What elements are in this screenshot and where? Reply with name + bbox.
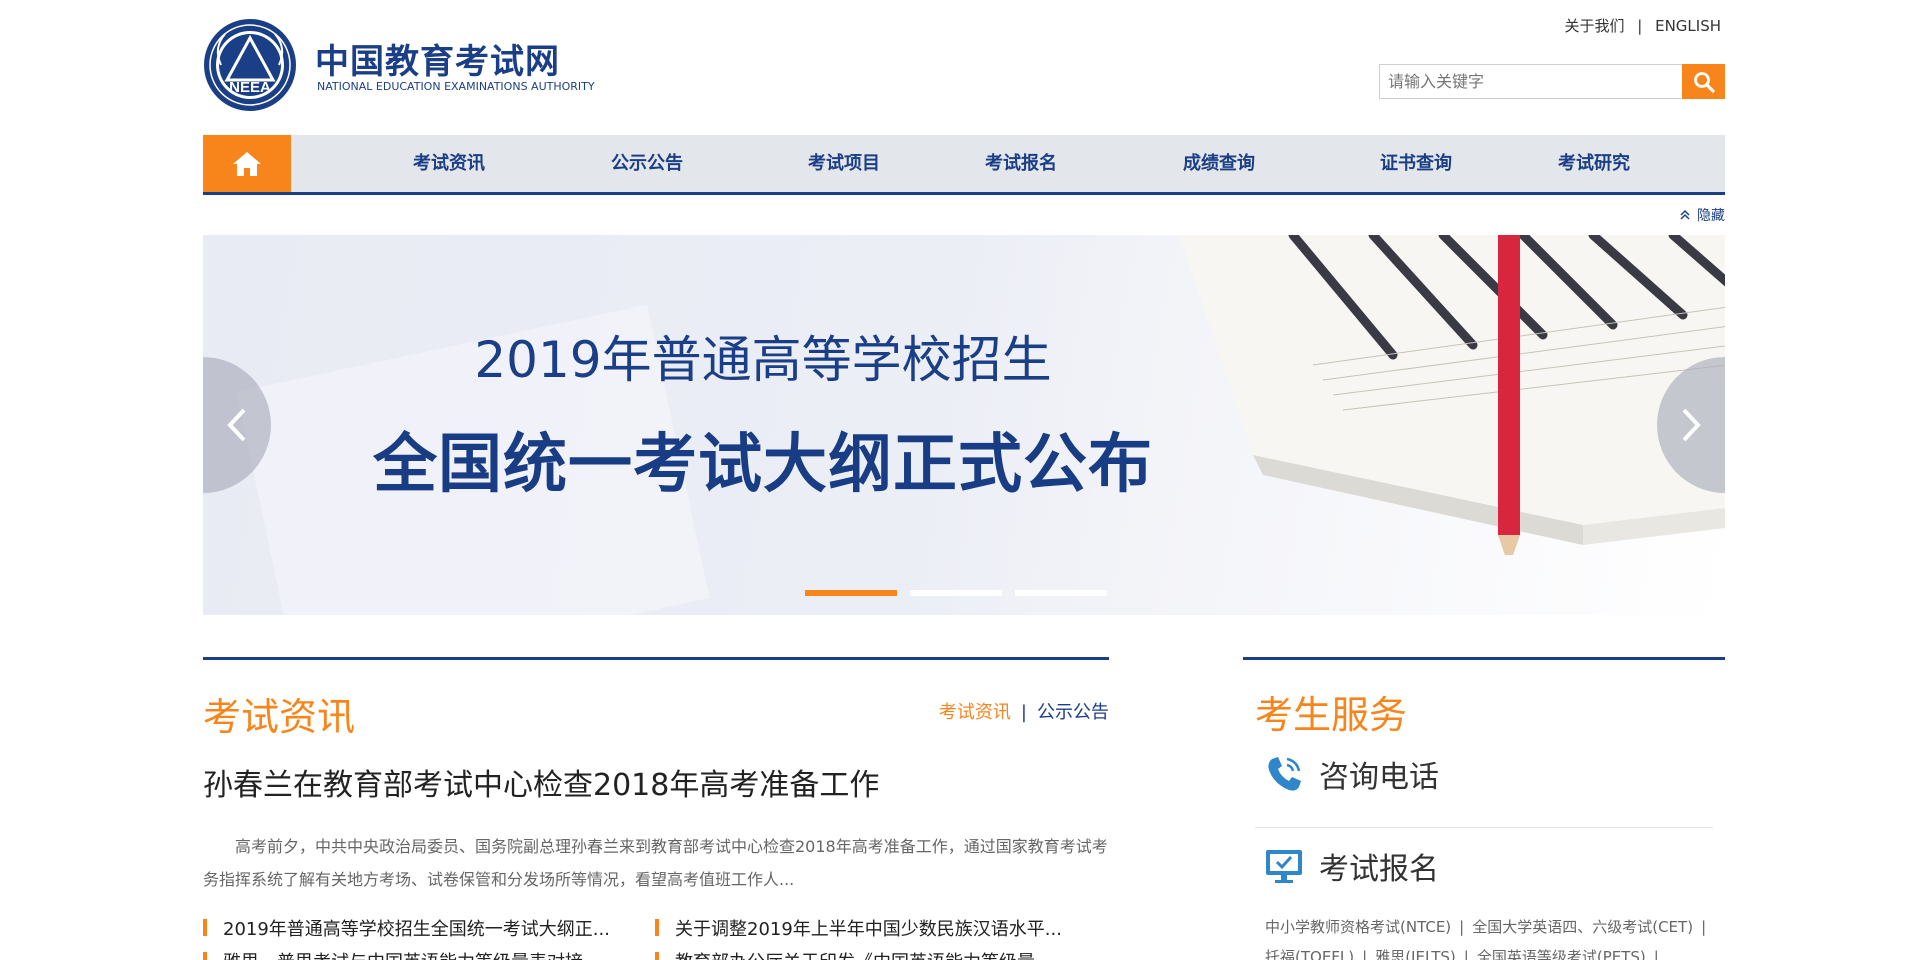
exam-links: 中小学教师资格考试(NTCE) | 全国大学英语四、六级考试(CET) | 托福(TO… [1265, 912, 1725, 960]
nav-item-certificate-query[interactable]: 证书查询 [1380, 135, 1452, 192]
monitor-check-icon [1266, 850, 1302, 883]
search-input[interactable] [1379, 64, 1682, 99]
banner-book-image [1179, 235, 1725, 555]
hotline-row[interactable]: 咨询电话 [1263, 752, 1439, 796]
carousel-dot-3[interactable] [1015, 590, 1107, 596]
link-separator: | [1701, 918, 1707, 936]
services-divider [1255, 827, 1713, 828]
nav-item-registration[interactable]: 考试报名 [985, 135, 1057, 192]
exam-link-pets[interactable]: 全国英语等级考试(PETS) [1477, 948, 1646, 960]
carousel-dot-1[interactable] [805, 590, 897, 596]
nav-item-exam-programs[interactable]: 考试项目 [808, 135, 880, 192]
neea-logo[interactable]: NEEA [203, 18, 297, 112]
news-tabs: 考试资讯 | 公示公告 [939, 698, 1109, 724]
link-separator: | [1653, 948, 1659, 960]
link-separator: | [1362, 948, 1368, 960]
about-link[interactable]: 关于我们 [1564, 17, 1624, 35]
tab-exam-news[interactable]: 考试资讯 [939, 702, 1011, 723]
news-list-item[interactable]: 教育部办公厅关于印发《中国英语能力等级量... [655, 948, 1052, 960]
nav-item-announcements[interactable]: 公示公告 [611, 135, 683, 192]
registration-label: 考试报名 [1319, 852, 1439, 887]
tab-separator: | [1020, 702, 1027, 723]
hide-banner-toggle[interactable]: 隐藏 [1679, 205, 1725, 225]
site-title[interactable]: 中国教育考试网 [315, 34, 560, 83]
top-link-separator: | [1637, 17, 1643, 35]
carousel-dot-2[interactable] [910, 590, 1002, 596]
top-links: 关于我们 | ENGLISH [1560, 15, 1725, 36]
chevron-up-icon [1680, 209, 1690, 220]
logo-badge-text: NEEA [229, 79, 271, 96]
hero-carousel[interactable]: 2019年普通高等学校招生 全国统一考试大纲正式公布 [203, 235, 1725, 615]
exam-link-ielts[interactable]: 雅思(IELTS) [1375, 948, 1456, 960]
tab-announcements[interactable]: 公示公告 [1037, 702, 1109, 723]
site-header: NEEA 中国教育考试网 NATIONAL EDUCATION EXAMINAT… [203, 0, 1725, 135]
exam-link-ntce[interactable]: 中小学教师资格考试(NTCE) [1265, 918, 1451, 936]
home-button[interactable] [203, 135, 291, 192]
registration-row[interactable]: 考试报名 [1263, 844, 1439, 888]
nav-item-exam-research[interactable]: 考试研究 [1558, 135, 1630, 192]
link-separator: | [1459, 918, 1465, 936]
main-nav: 考试资讯 公示公告 考试项目 考试报名 成绩查询 证书查询 考试研究 [203, 135, 1725, 195]
exam-link-toefl[interactable]: 托福(TOEFL) [1265, 948, 1354, 960]
chevron-right-icon [1682, 408, 1701, 442]
services-title: 考生服务 [1255, 693, 1408, 737]
carousel-indicators [805, 590, 1107, 596]
exam-news-section: 考试资讯 考试资讯 | 公示公告 孙春兰在教育部考试中心检查2018年高考准备工作 … [203, 657, 1109, 960]
news-list-item[interactable]: 关于调整2019年上半年中国少数民族汉语水平... [655, 915, 1062, 941]
chevron-left-icon [227, 408, 246, 442]
search-icon [1693, 71, 1715, 93]
hotline-label: 咨询电话 [1319, 760, 1439, 795]
english-link[interactable]: ENGLISH [1655, 17, 1721, 35]
news-summary: 高考前夕，中共中央政治局委员、国务院副总理孙春兰来到教育部考试中心检查2018年… [203, 837, 1108, 889]
news-list-item[interactable]: 雅思、普思考试与中国英语能力等级量表对接... [203, 948, 600, 960]
nav-item-score-query[interactable]: 成绩查询 [1183, 135, 1255, 192]
news-section-title: 考试资讯 [203, 695, 356, 739]
hide-label: 隐藏 [1697, 208, 1725, 224]
site-subtitle: NATIONAL EDUCATION EXAMINATIONS AUTHORIT… [317, 80, 595, 93]
search-box [1379, 64, 1725, 99]
exam-link-cet[interactable]: 全国大学英语四、六级考试(CET) [1472, 918, 1693, 936]
news-list-item[interactable]: 2019年普通高等学校招生全国统一考试大纲正... [203, 915, 610, 941]
home-icon [233, 151, 261, 176]
candidate-services-section: 考生服务 咨询电话 考试报名 中小学教师资格考试(NTCE) | 全国大学英语四、六… [1243, 657, 1725, 960]
banner-headline-line2: 全国统一考试大纲正式公布 [373, 428, 1153, 502]
news-headline[interactable]: 孙春兰在教育部考试中心检查2018年高考准备工作 [203, 760, 879, 804]
link-separator: | [1463, 948, 1469, 960]
banner-headline-line1: 2019年普通高等学校招生 [474, 331, 1052, 389]
nav-item-exam-news[interactable]: 考试资讯 [413, 135, 485, 192]
phone-icon [1268, 757, 1301, 791]
search-button[interactable] [1682, 64, 1725, 99]
